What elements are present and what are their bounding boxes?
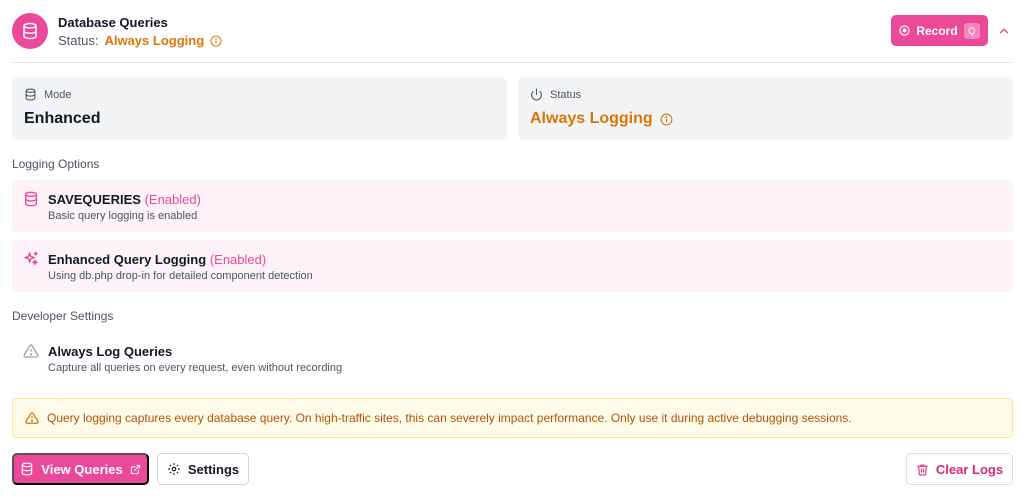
record-shortcut: Q (963, 22, 980, 39)
status-label-text: Status (550, 88, 582, 101)
record-button[interactable]: Record Q (891, 15, 988, 46)
clear-logs-button[interactable]: Clear Logs (906, 453, 1013, 485)
view-queries-label: View Queries (41, 461, 123, 477)
warning-triangle-icon (23, 344, 39, 358)
mode-label-text: Mode (44, 88, 72, 101)
database-icon (25, 191, 37, 207)
option-savequeries: SAVEQUERIES (Enabled) Basic query loggin… (12, 180, 1013, 232)
setting-always-log-queries[interactable]: Always Log Queries Capture all queries o… (12, 340, 612, 380)
mode-card-label: Mode (24, 88, 72, 101)
chevron-up-icon (999, 28, 1009, 34)
status-card-value-text: Always Logging (530, 110, 653, 127)
performance-warning: Query logging captures every database qu… (12, 398, 1013, 438)
gear-icon (168, 463, 180, 475)
status-label: Status: (58, 33, 99, 48)
header-status: Status: Always Logging (58, 33, 222, 48)
mode-card: Mode Enhanced (12, 77, 507, 140)
database-icon (22, 462, 33, 476)
panel-header: Database Queries Status: Always Logging … (0, 0, 1024, 62)
trash-icon (916, 464, 928, 475)
info-icon[interactable] (660, 113, 673, 126)
option-desc: Basic query logging is enabled (48, 210, 198, 222)
status-value: Always Logging (104, 33, 205, 48)
warning-text: Query logging captures every database qu… (47, 411, 852, 425)
mode-value: Enhanced (24, 110, 101, 127)
sparkles-icon (24, 251, 38, 265)
panel-title: Database Queries (58, 15, 168, 30)
option-enhanced-logging: Enhanced Query Logging (Enabled) Using d… (12, 240, 1013, 292)
status-card-label: Status (530, 88, 581, 101)
option-title: Enhanced Query Logging (Enabled) (48, 252, 266, 267)
header-divider (12, 62, 1013, 63)
power-icon (531, 88, 542, 101)
settings-label: Settings (187, 461, 240, 477)
view-queries-button[interactable]: View Queries (12, 453, 149, 485)
developer-settings-heading: Developer Settings (12, 309, 114, 323)
status-card: Status Always Logging (518, 77, 1013, 140)
record-icon (899, 25, 910, 36)
option-title-text: Enhanced Query Logging (48, 252, 207, 267)
database-avatar (12, 13, 48, 49)
collapse-toggle[interactable] (995, 22, 1013, 40)
option-state: (Enabled) (144, 192, 201, 207)
option-state: (Enabled) (209, 252, 267, 267)
option-desc: Using db.php drop-in for detailed compon… (48, 270, 313, 282)
settings-button[interactable]: Settings (157, 453, 249, 485)
option-title-text: SAVEQUERIES (48, 192, 141, 207)
warning-triangle-icon (25, 412, 39, 424)
info-icon[interactable] (210, 35, 222, 47)
database-icon (23, 22, 37, 40)
database-icon (25, 88, 36, 101)
setting-desc: Capture all queries on every request, ev… (48, 362, 343, 374)
external-link-icon (130, 464, 140, 474)
option-title: SAVEQUERIES (Enabled) (48, 192, 201, 207)
status-card-value: Always Logging (530, 110, 673, 128)
record-label: Record (916, 23, 958, 38)
logging-options-heading: Logging Options (12, 157, 100, 171)
setting-title: Always Log Queries (48, 344, 173, 359)
clear-logs-label: Clear Logs (935, 461, 1004, 477)
